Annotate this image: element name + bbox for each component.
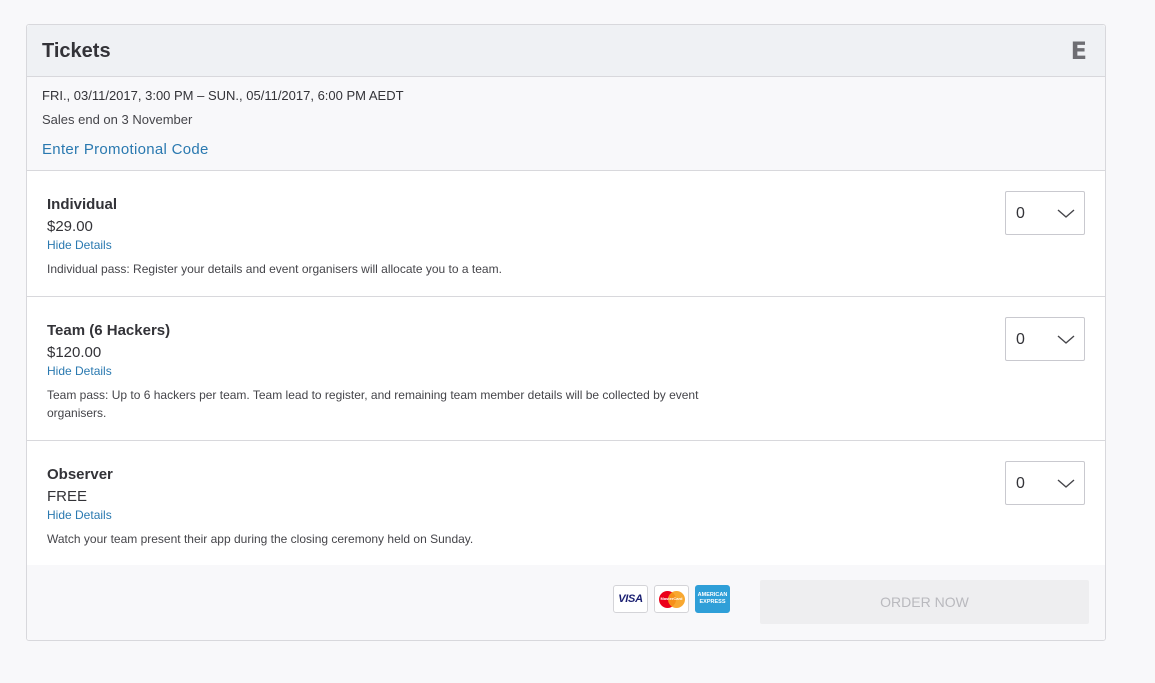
sales-end-text: Sales end on 3 November [42,112,193,127]
mastercard-label: MasterCard [660,596,683,601]
ticket-description: Individual pass: Register your details a… [47,262,502,276]
panel-footer: VISA MasterCard AMERICAN EXPRESS ORDER N… [27,565,1105,640]
amex-card-icon: AMERICAN EXPRESS [695,585,730,613]
quantity-select[interactable]: 0 [1005,317,1085,361]
chevron-down-icon [1057,335,1075,344]
chevron-down-icon [1057,479,1075,488]
panel-title: Tickets [42,40,111,62]
panel-header: Tickets E [27,25,1105,77]
ticket-name: Team (6 Hackers) [47,322,171,339]
quantity-select[interactable]: 0 [1005,461,1085,505]
hide-details-link[interactable]: Hide Details [47,364,112,378]
tickets-panel: Tickets E FRI., 03/11/2017, 3:00 PM – SU… [26,24,1106,641]
amex-label: AMERICAN EXPRESS [697,592,728,605]
quantity-select[interactable]: 0 [1005,191,1085,235]
ticket-price: $120.00 [47,344,102,361]
order-now-button[interactable]: ORDER NOW [760,580,1089,624]
quantity-value: 0 [1016,331,1025,348]
ticket-description: Team pass: Up to 6 hackers per team. Tea… [47,388,699,420]
event-info: FRI., 03/11/2017, 3:00 PM – SUN., 05/11/… [27,77,1105,171]
mastercard-icon: MasterCard [654,585,689,613]
quantity-value: 0 [1016,205,1025,222]
chevron-down-icon [1057,209,1075,218]
quantity-value: 0 [1016,475,1025,492]
ticket-individual: Individual $29.00 Hide Details Individua… [27,171,1105,297]
ticket-price: $29.00 [47,218,93,235]
ticket-price: FREE [47,488,88,505]
ticket-name: Individual [47,196,118,213]
ticket-team: Team (6 Hackers) $120.00 Hide Details Te… [27,297,1105,441]
ticket-description: Watch your team present their app during… [47,532,474,546]
brand-logo-icon: E [1070,37,1087,65]
hide-details-link[interactable]: Hide Details [47,238,112,252]
hide-details-link[interactable]: Hide Details [47,508,112,522]
enter-promo-code-link[interactable]: Enter Promotional Code [42,141,209,158]
visa-card-icon: VISA [613,585,648,613]
visa-label: VISA [618,593,643,605]
ticket-name: Observer [47,466,113,483]
ticket-observer: Observer FREE Hide Details Watch your te… [27,441,1105,567]
event-dates: FRI., 03/11/2017, 3:00 PM – SUN., 05/11/… [42,88,404,103]
